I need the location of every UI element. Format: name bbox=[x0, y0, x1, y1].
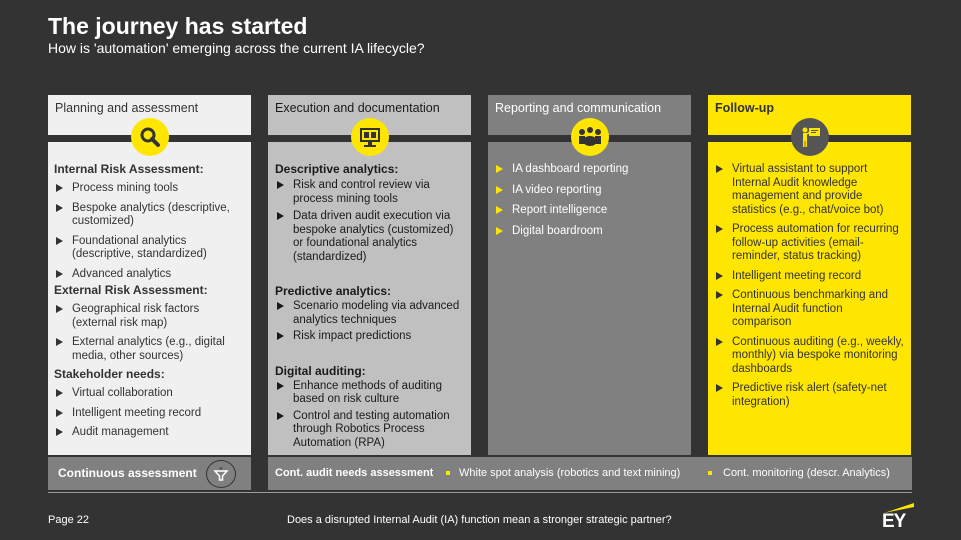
cont-audit-label: Cont. audit needs assessment bbox=[275, 467, 434, 479]
arrow-bullet-icon bbox=[56, 408, 63, 417]
list-item: IA dashboard reporting bbox=[494, 163, 685, 177]
column-execution: Execution and documentation Descriptive … bbox=[268, 95, 471, 455]
list-item: IA video reporting bbox=[494, 184, 685, 198]
list-item: Enhance methods of auditing based on ris… bbox=[275, 380, 465, 407]
arrow-bullet-icon bbox=[277, 411, 284, 420]
list-item: Bespoke analytics (descriptive, customiz… bbox=[54, 202, 245, 229]
arrow-bullet-icon bbox=[277, 302, 284, 310]
arrow-bullet-icon bbox=[496, 226, 503, 235]
white-spot-label: White spot analysis (robotics and text m… bbox=[459, 467, 681, 479]
list-item: Foundational analytics (descriptive, sta… bbox=[54, 235, 245, 262]
list-item: External analytics (e.g., digital media,… bbox=[54, 336, 245, 363]
funnel-icon bbox=[206, 460, 236, 488]
list-item: Process mining tools bbox=[54, 182, 245, 196]
arrow-bullet-icon bbox=[56, 428, 63, 436]
arrow-bullet-icon bbox=[496, 185, 503, 194]
list-item: Virtual collaboration bbox=[54, 387, 245, 401]
list-item: Geographical risk factors (external risk… bbox=[54, 303, 245, 330]
arrow-bullet-icon bbox=[716, 225, 723, 233]
list-item: Risk impact predictions bbox=[275, 330, 465, 344]
column-title: Follow-up bbox=[715, 101, 775, 115]
column-planning: Planning and assessment Internal Risk As… bbox=[48, 95, 251, 455]
list-item: Intelligent meeting record bbox=[714, 270, 905, 284]
list-item: Report intelligence bbox=[494, 204, 685, 218]
column-follow-up: Follow-up Virtual assistant to support I… bbox=[708, 95, 911, 455]
arrow-bullet-icon bbox=[716, 337, 723, 346]
list-item: Virtual assistant to support Internal Au… bbox=[714, 163, 905, 217]
column-title: Execution and documentation bbox=[275, 101, 440, 115]
list-item: Continuous benchmarking and Internal Aud… bbox=[714, 289, 905, 330]
column-title: Reporting and communication bbox=[495, 101, 662, 115]
arrow-bullet-icon bbox=[277, 381, 284, 390]
ey-logo: EY bbox=[880, 497, 916, 533]
list-item: Advanced analytics bbox=[54, 268, 245, 282]
section-heading: Predictive analytics: bbox=[275, 284, 392, 298]
page-title: The journey has started bbox=[48, 13, 308, 39]
continuous-assessment-bar: Continuous assessment bbox=[48, 457, 251, 490]
section-heading: Stakeholder needs: bbox=[54, 367, 165, 381]
page-subtitle: How is 'automation' emerging across the … bbox=[48, 40, 425, 56]
arrow-bullet-icon bbox=[277, 332, 284, 340]
section-heading: External Risk Assessment: bbox=[54, 283, 208, 297]
list-item: Process automation for recurring follow-… bbox=[714, 223, 905, 264]
column-reporting: Reporting and communication IA dashboard… bbox=[488, 95, 691, 455]
arrow-bullet-icon bbox=[56, 389, 63, 397]
section-heading: Digital auditing: bbox=[275, 363, 366, 378]
list-item: Continuous auditing (e.g., weekly, month… bbox=[714, 336, 905, 377]
column-title: Planning and assessment bbox=[55, 101, 199, 115]
square-bullet-icon bbox=[708, 471, 712, 475]
list-item: Digital boardroom bbox=[494, 225, 685, 239]
list-item: Control and testing automation through R… bbox=[275, 410, 465, 451]
arrow-bullet-icon bbox=[56, 338, 63, 346]
list-item: Risk and control review via process mini… bbox=[275, 179, 465, 206]
ey-logo-text: EY bbox=[882, 511, 906, 532]
arrow-bullet-icon bbox=[56, 203, 63, 212]
section-heading: Descriptive analytics: bbox=[275, 162, 399, 176]
list-item: Predictive risk alert (safety-net integr… bbox=[714, 382, 905, 409]
arrow-bullet-icon bbox=[56, 236, 63, 245]
list-item: Scenario modeling via advanced analytics… bbox=[275, 300, 465, 327]
list-item: Intelligent meeting record bbox=[54, 407, 245, 421]
audit-monitoring-bar: Cont. audit needs assessment White spot … bbox=[268, 457, 912, 490]
column-body: Virtual assistant to support Internal Au… bbox=[708, 142, 911, 455]
arrow-bullet-icon bbox=[496, 165, 503, 173]
column-body: Internal Risk Assessment: Process mining… bbox=[48, 142, 251, 455]
list-item: Audit management bbox=[54, 426, 245, 440]
list-item: Data driven audit execution via bespoke … bbox=[275, 210, 465, 264]
arrow-bullet-icon bbox=[716, 271, 723, 280]
arrow-bullet-icon bbox=[716, 384, 723, 392]
column-body: IA dashboard reporting IA video reportin… bbox=[488, 142, 691, 455]
footer-question: Does a disrupted Internal Audit (IA) fun… bbox=[287, 514, 672, 526]
column-body: Descriptive analytics: Risk and control … bbox=[268, 142, 471, 455]
bottom-bar: Continuous assessment Cont. audit needs … bbox=[48, 457, 912, 490]
footer-divider bbox=[48, 492, 912, 493]
arrow-bullet-icon bbox=[716, 165, 723, 173]
arrow-bullet-icon bbox=[56, 305, 63, 313]
square-bullet-icon bbox=[446, 471, 450, 475]
arrow-bullet-icon bbox=[56, 184, 63, 192]
arrow-bullet-icon bbox=[496, 206, 503, 214]
cont-monitoring-label: Cont. monitoring (descr. Analytics) bbox=[723, 467, 890, 479]
section-heading: Internal Risk Assessment: bbox=[54, 162, 204, 176]
continuous-assessment-label: Continuous assessment bbox=[58, 466, 197, 480]
arrow-bullet-icon bbox=[56, 269, 63, 278]
arrow-bullet-icon bbox=[277, 181, 284, 189]
arrow-bullet-icon bbox=[716, 291, 723, 299]
page-number: Page 22 bbox=[48, 514, 89, 526]
arrow-bullet-icon bbox=[277, 212, 284, 220]
